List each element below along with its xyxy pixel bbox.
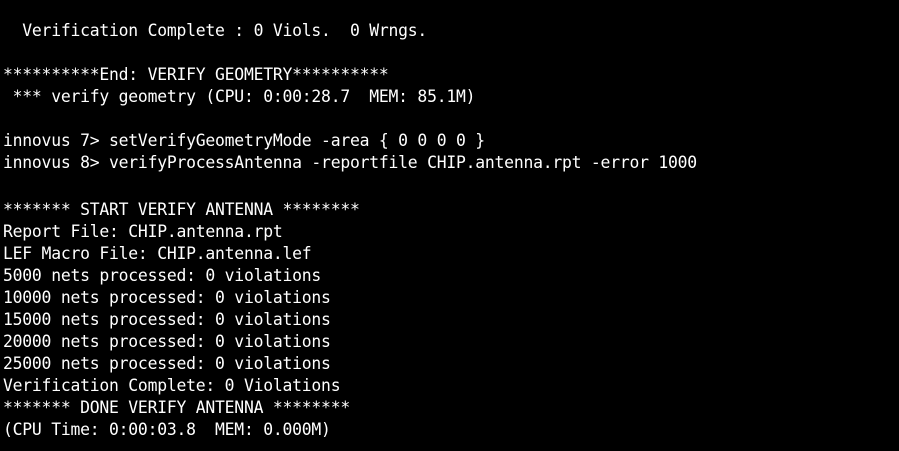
terminal-line: innovus 8> verifyProcessAntenna -reportf… (3, 153, 697, 172)
terminal-window[interactable]: Verification Complete : 0 Viols. 0 Wrngs… (0, 0, 899, 451)
terminal-line: 20000 nets processed: 0 violations (3, 332, 331, 351)
terminal-line: innovus 7> setVerifyGeometryMode -area {… (3, 131, 485, 150)
terminal-line: LEF Macro File: CHIP.antenna.lef (3, 244, 312, 263)
terminal-line: ******* START VERIFY ANTENNA ******** (3, 200, 360, 219)
terminal-line: Report File: CHIP.antenna.rpt (3, 222, 283, 241)
terminal-line: 10000 nets processed: 0 violations (3, 288, 331, 307)
terminal-line: Verification Complete : 0 Viols. 0 Wrngs… (3, 21, 428, 40)
terminal-line: ******* DONE VERIFY ANTENNA ******** (3, 398, 350, 417)
terminal-line: 5000 nets processed: 0 violations (3, 266, 322, 285)
terminal-line: 15000 nets processed: 0 violations (3, 310, 331, 329)
terminal-line: **********End: VERIFY GEOMETRY********** (3, 65, 389, 84)
terminal-line: *** verify geometry (CPU: 0:00:28.7 MEM:… (3, 87, 476, 106)
terminal-line: Verification Complete: 0 Violations (3, 376, 341, 395)
terminal-line: (CPU Time: 0:00:03.8 MEM: 0.000M) (3, 420, 331, 439)
terminal-line: 25000 nets processed: 0 violations (3, 354, 331, 373)
